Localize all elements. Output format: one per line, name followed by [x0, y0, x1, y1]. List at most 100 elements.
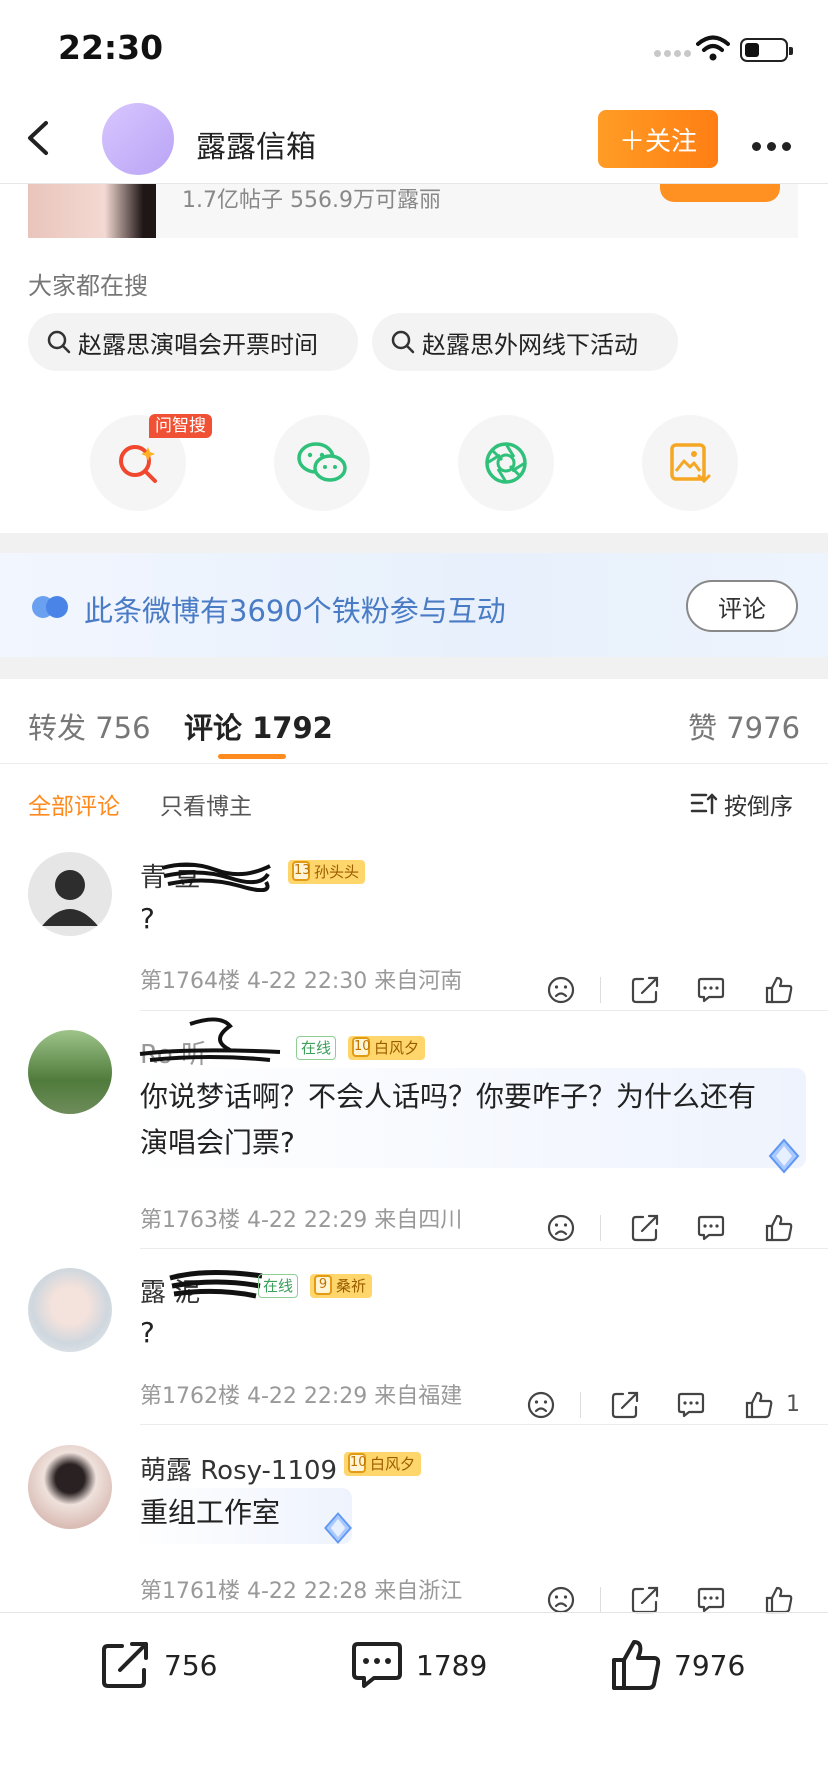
comment-icon [352, 1642, 402, 1688]
redaction-scribble [139, 1017, 281, 1062]
online-tag: 在线 [296, 1036, 337, 1060]
repost-icon [631, 1214, 659, 1242]
action-separator [600, 1587, 601, 1613]
repost-button[interactable] [630, 975, 660, 1005]
like-button[interactable] [764, 975, 794, 1005]
sad-face-icon [547, 1586, 575, 1614]
level-badge: 9 桑祈 [310, 1274, 373, 1298]
repost-icon [631, 1586, 659, 1614]
banner-comment-button[interactable]: 评论 [686, 580, 798, 632]
comment-icon [677, 1392, 705, 1418]
filter-author-only[interactable]: 只看博主 [160, 787, 252, 821]
topic-card-button[interactable] [660, 184, 780, 202]
screen-root: { "status_bar": { "time": "22:30" }, "he… [0, 0, 828, 1792]
section-separator [0, 533, 828, 553]
search-chip[interactable]: 赵露思演唱会开票时间 [28, 313, 358, 371]
comment-meta: 第1762楼 4-22 22:29 来自福建 [140, 1384, 463, 1409]
action-separator [600, 1215, 601, 1241]
like-button[interactable] [764, 1213, 794, 1243]
ai-search-badge: 问智搜 [149, 414, 212, 438]
header-avatar[interactable] [102, 103, 174, 175]
comment-icon [697, 1215, 725, 1241]
avatar[interactable] [28, 1445, 112, 1529]
search-chip-label: 赵露思外网线下活动 [422, 330, 638, 359]
repost-button[interactable] [610, 1390, 640, 1420]
sort-label: 按倒序 [724, 794, 793, 820]
level-badge: 10 白风夕 [348, 1036, 426, 1060]
dislike-button[interactable] [546, 1585, 576, 1615]
tab-comments[interactable]: 评论 1792 [184, 705, 333, 747]
bottom-like-button[interactable]: 7976 [610, 1638, 745, 1692]
fans-banner-text: 此条微博有3690个铁粉参与互动 [84, 594, 506, 628]
level-badge: 13 孙头头 [288, 860, 366, 884]
search-chip[interactable]: 赵露思外网线下活动 [372, 313, 678, 371]
comment-meta: 第1764楼 4-22 22:30 来自河南 [140, 969, 463, 994]
save-image-button[interactable] [642, 415, 738, 511]
search-icon [47, 330, 71, 354]
bottom-bar-divider [0, 1612, 828, 1613]
bottom-comment-count: 1789 [416, 1648, 488, 1682]
comment-meta: 第1763楼 4-22 22:29 来自四川 [140, 1208, 463, 1233]
dislike-button[interactable] [546, 1213, 576, 1243]
battery-icon [740, 38, 793, 62]
comment-text: 你说梦话啊？不会人话吗？你要咋子？为什么还有演唱会门票? [140, 1080, 757, 1159]
thumbs-up-icon [765, 1586, 793, 1614]
like-button[interactable] [744, 1390, 774, 1420]
action-separator [600, 977, 601, 1003]
thumbs-up-icon [765, 1214, 793, 1242]
thumbs-up-icon [765, 976, 793, 1004]
section-separator [0, 657, 828, 679]
moments-icon [485, 442, 527, 484]
active-tab-indicator [218, 754, 286, 759]
sort-icon [690, 793, 718, 815]
tab-divider [0, 763, 828, 764]
avatar[interactable] [28, 1030, 112, 1114]
reply-button[interactable] [696, 1585, 726, 1615]
avatar[interactable] [28, 852, 112, 936]
bottom-like-count: 7976 [674, 1648, 746, 1682]
comment-author[interactable]: 萌露 Rosy-1109 [140, 1450, 337, 1487]
avatar[interactable] [28, 1268, 112, 1352]
tab-likes[interactable]: 赞 7976 [688, 705, 800, 747]
redaction-scribble [161, 862, 271, 892]
dislike-button[interactable] [546, 975, 576, 1005]
dislike-button[interactable] [526, 1390, 556, 1420]
comment-text: 重组工作室 [140, 1496, 281, 1529]
comment-text: ? [140, 1316, 155, 1349]
home-indicator-area [0, 1730, 828, 1792]
bottom-comment-button[interactable]: 1789 [350, 1640, 487, 1690]
comment-text: ? [140, 902, 155, 935]
fans-icon [32, 596, 68, 618]
repost-button[interactable] [630, 1213, 660, 1243]
comment-meta: 第1761楼 4-22 22:28 来自浙江 [140, 1579, 463, 1604]
reply-button[interactable] [676, 1390, 706, 1420]
share-moments-button[interactable] [458, 415, 554, 511]
repost-icon [631, 976, 659, 1004]
comment-divider [140, 1010, 828, 1011]
status-time: 22:30 [58, 28, 164, 67]
search-ai-icon [119, 445, 157, 483]
topic-card-image [28, 184, 156, 238]
reply-button[interactable] [696, 975, 726, 1005]
sad-face-icon [547, 976, 575, 1004]
page-title[interactable]: 露露信箱 [196, 122, 316, 166]
search-icon [391, 330, 415, 354]
reply-button[interactable] [696, 1213, 726, 1243]
action-separator [580, 1392, 581, 1418]
repost-button[interactable] [630, 1585, 660, 1615]
share-wechat-button[interactable] [274, 415, 370, 511]
like-count: 1 [786, 1392, 800, 1417]
filter-all-comments[interactable]: 全部评论 [28, 787, 120, 821]
sad-face-icon [547, 1214, 575, 1242]
save-image-icon [670, 443, 711, 484]
like-button[interactable] [764, 1585, 794, 1615]
diamond-icon [768, 1138, 800, 1174]
online-tag: 在线 [258, 1274, 299, 1298]
tab-repost[interactable]: 转发 756 [28, 705, 151, 747]
more-icon[interactable] [752, 136, 797, 155]
back-icon[interactable] [22, 120, 58, 156]
bottom-repost-button[interactable]: 756 [100, 1640, 217, 1690]
follow-button[interactable]: ＋关注 [598, 110, 718, 168]
sort-button[interactable]: 按倒序 [690, 787, 793, 821]
search-chip-label: 赵露思演唱会开票时间 [78, 330, 318, 359]
